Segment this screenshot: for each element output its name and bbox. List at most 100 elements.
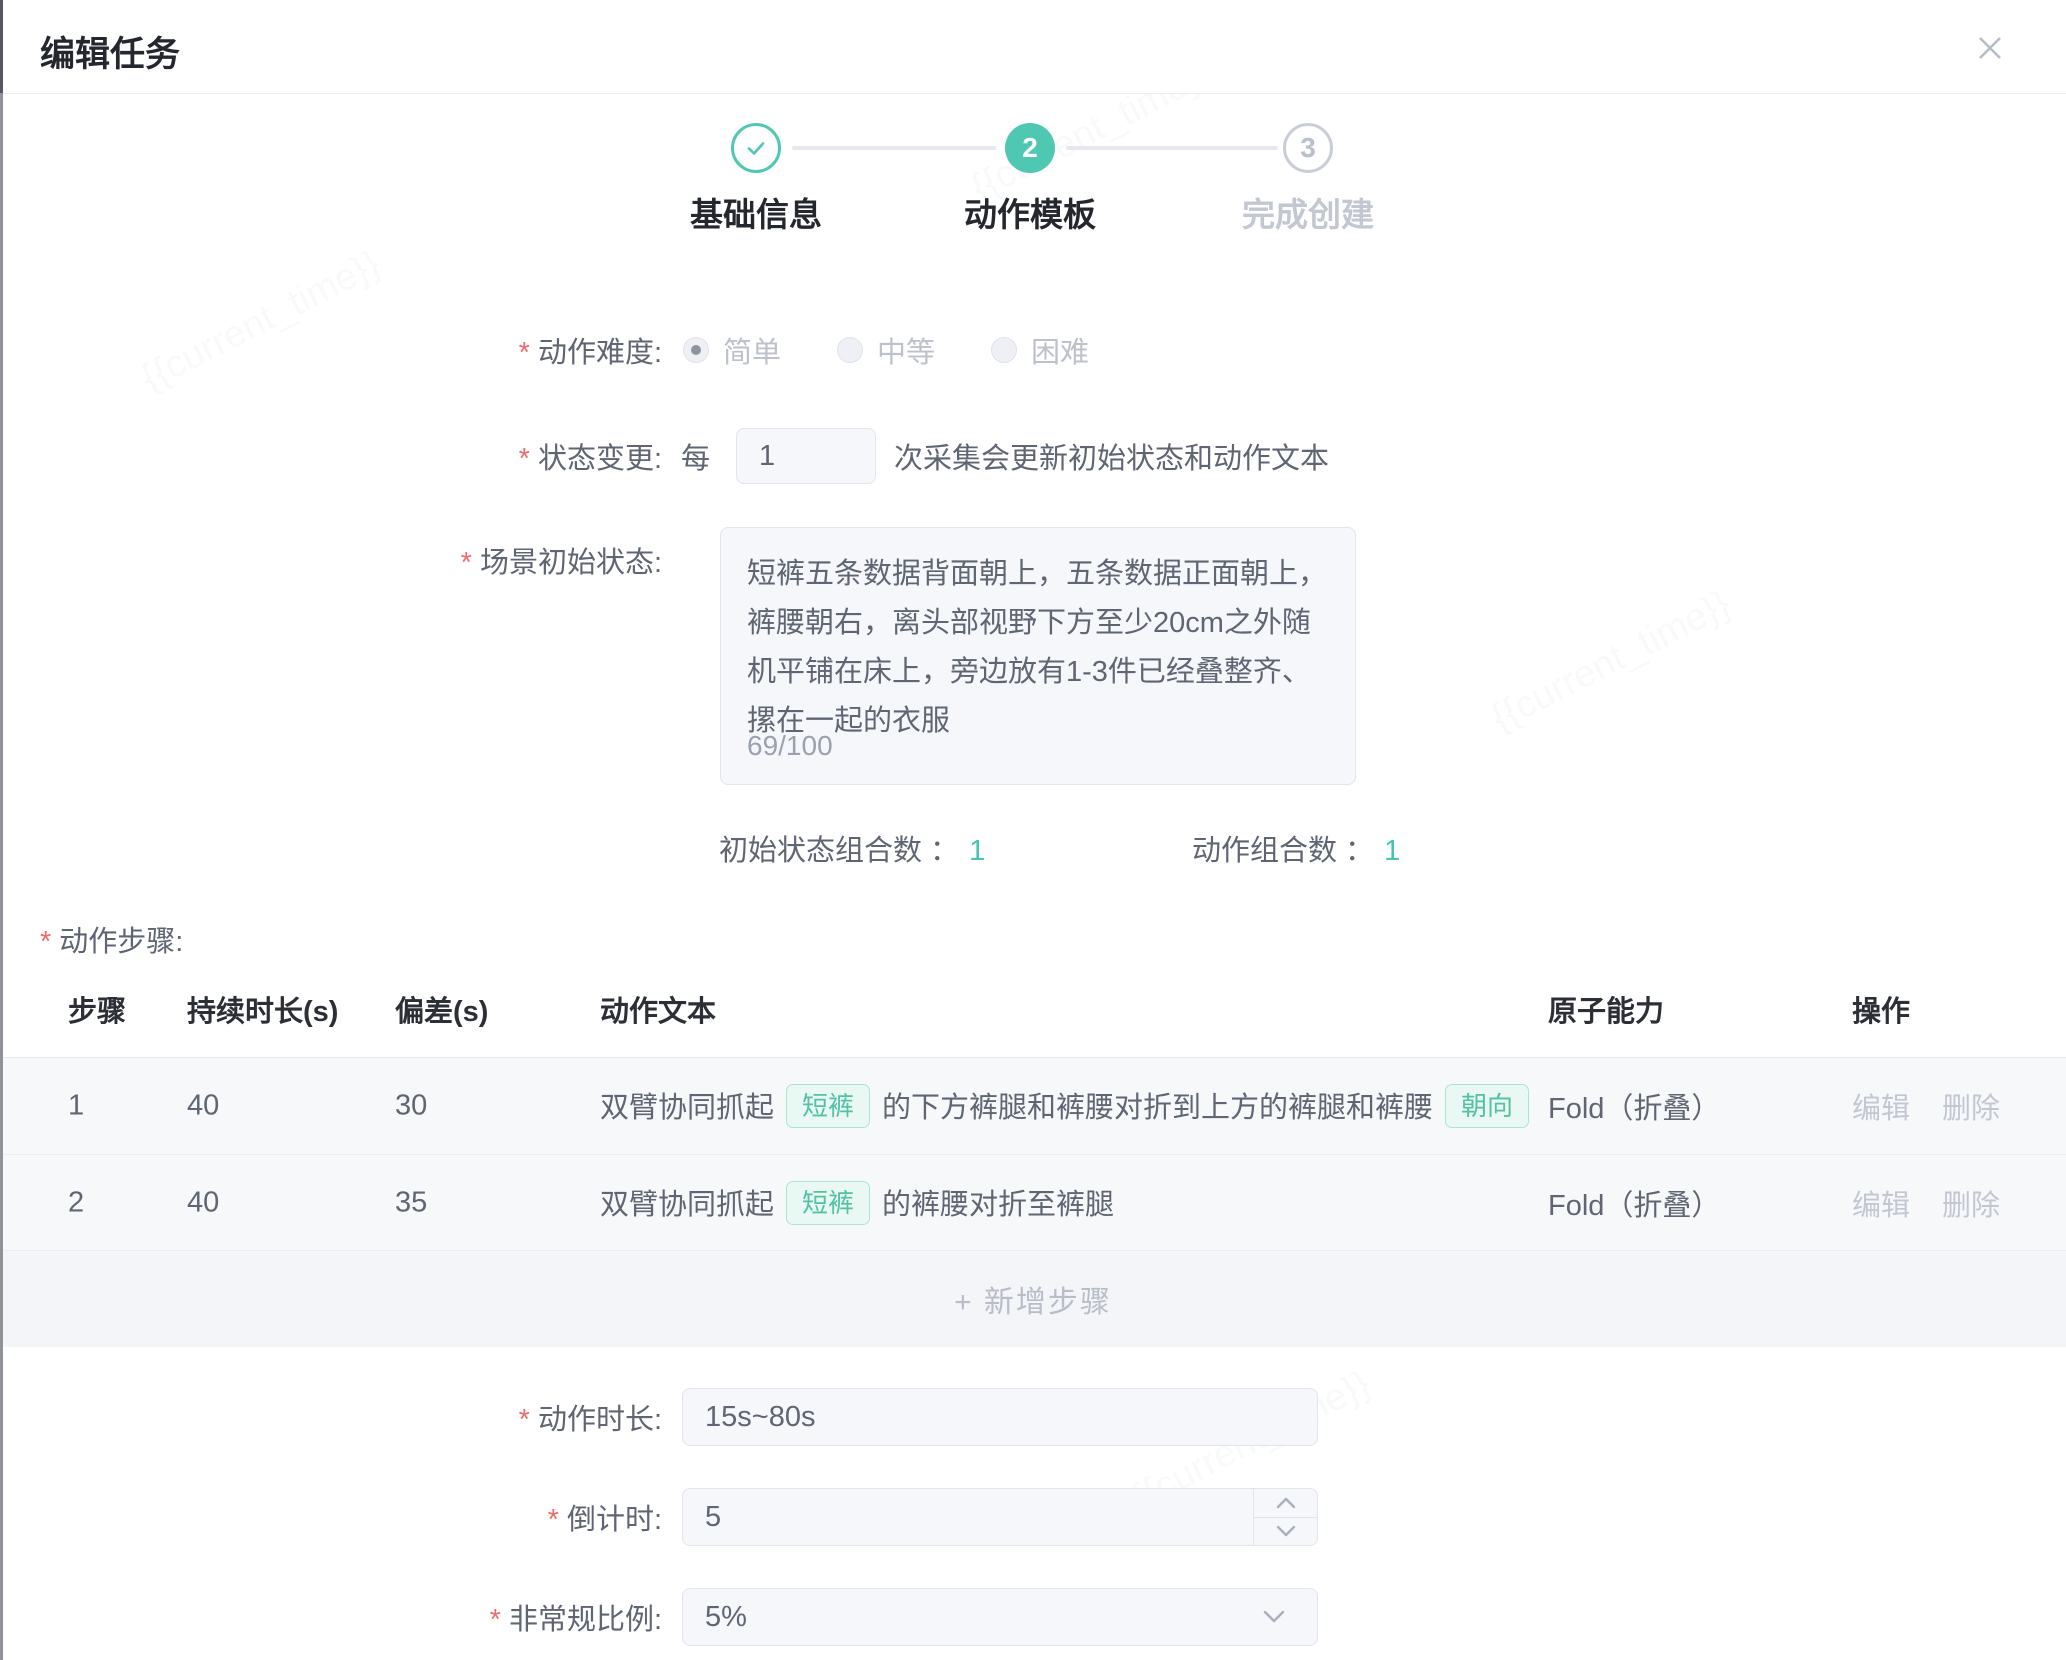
add-step-label: + 新增步骤 xyxy=(954,1277,1112,1321)
combo-counts-row: 初始状态组合数 ：1 动作组合数 ：1 xyxy=(0,824,2066,864)
step-2-label: 动作模板 xyxy=(920,188,1140,236)
check-icon xyxy=(743,135,769,161)
unusual-ratio-row: *非常规比例: 5% xyxy=(0,1588,2066,1646)
difficulty-row: *动作难度: 简单 中等 困难 xyxy=(0,326,2066,374)
cell-operations: 编辑 删除 xyxy=(1852,1085,2000,1127)
delete-link[interactable]: 删除 xyxy=(1942,1085,2000,1127)
step-3-circle: 3 xyxy=(1283,123,1333,173)
cell-step: 2 xyxy=(68,1186,84,1219)
close-button[interactable] xyxy=(1966,24,2014,72)
cell-deviation: 35 xyxy=(395,1186,427,1219)
col-operations: 操作 xyxy=(1852,988,1910,1030)
cell-step: 1 xyxy=(68,1090,84,1123)
unusual-ratio-select[interactable]: 5% xyxy=(682,1588,1318,1646)
edit-task-dialog: {{current_time}} {{current_time}} {{curr… xyxy=(0,0,2066,1660)
required-mark: * xyxy=(40,926,51,958)
difficulty-label: *动作难度: xyxy=(0,329,662,371)
col-deviation: 偏差(s) xyxy=(395,988,488,1030)
watermark: {{current_time}} xyxy=(135,243,388,400)
step-1-circle xyxy=(731,123,781,173)
stepper-connector xyxy=(1066,146,1278,150)
radio-option-medium[interactable]: 中等 xyxy=(837,329,935,371)
add-step-button[interactable]: + 新增步骤 xyxy=(0,1251,2066,1347)
state-change-input[interactable]: 1 xyxy=(736,428,876,484)
cell-duration: 40 xyxy=(187,1090,219,1123)
cell-duration: 40 xyxy=(187,1186,219,1219)
object-tag: 短裤 xyxy=(786,1181,870,1225)
duration-row: *动作时长: 15s~80s xyxy=(0,1388,2066,1446)
radio-option-easy[interactable]: 简单 xyxy=(683,329,781,371)
step-3-label: 完成创建 xyxy=(1198,188,1418,236)
countdown-label: *倒计时: xyxy=(0,1496,662,1538)
required-mark: * xyxy=(519,337,530,369)
action-text-fragment: 的裤腰对折至裤腿 xyxy=(882,1189,1114,1221)
action-text-fragment: 的下方裤腿和裤腰对折到上方的裤腿和裤腰 xyxy=(882,1092,1433,1124)
action-text-fragment: 双臂协同抓起 xyxy=(600,1092,774,1124)
required-mark: * xyxy=(461,547,472,579)
chevron-down-icon xyxy=(1275,1524,1297,1538)
radio-circle-icon xyxy=(991,337,1017,363)
table-row: 2 40 35 双臂协同抓起短裤的裤腰对折至裤腿 Fold（折叠） 编辑 删除 xyxy=(0,1155,2066,1250)
object-tag: 朝向 xyxy=(1445,1084,1529,1128)
duration-input[interactable]: 15s~80s xyxy=(682,1388,1318,1446)
table-row: 1 40 30 双臂协同抓起短裤的下方裤腿和裤腰对折到上方的裤腿和裤腰朝向 Fo… xyxy=(0,1058,2066,1154)
state-change-row: *状态变更: 每 1 次采集会更新初始状态和动作文本 xyxy=(0,428,2066,484)
number-stepper xyxy=(1253,1489,1317,1545)
edit-link[interactable]: 编辑 xyxy=(1852,1085,1910,1127)
state-change-label: *状态变更: xyxy=(0,435,662,477)
cell-deviation: 30 xyxy=(395,1090,427,1123)
state-change-value: 1 xyxy=(759,440,775,473)
initial-state-label: *场景初始状态: xyxy=(0,539,662,581)
increase-button[interactable] xyxy=(1254,1489,1317,1518)
action-combo-value: 1 xyxy=(1384,835,1400,867)
required-mark: * xyxy=(490,1604,501,1636)
decrease-button[interactable] xyxy=(1254,1518,1317,1546)
action-steps-section-label: *动作步骤: xyxy=(40,918,183,960)
countdown-value: 5 xyxy=(705,1501,721,1534)
countdown-row: *倒计时: 5 xyxy=(0,1488,2066,1546)
dialog-left-edge xyxy=(0,0,3,1660)
initial-state-textarea[interactable]: 短裤五条数据背面朝上，五条数据正面朝上，裤腰朝右，离头部视野下方至少20cm之外… xyxy=(720,527,1356,785)
action-text-fragment: 双臂协同抓起 xyxy=(600,1189,774,1221)
unusual-ratio-value: 5% xyxy=(705,1601,747,1634)
cell-ability: Fold（折叠） xyxy=(1548,1085,1720,1127)
initial-combo-value: 1 xyxy=(969,835,985,867)
required-mark: * xyxy=(519,1404,530,1436)
state-change-prefix: 每 xyxy=(681,435,710,477)
duration-label: *动作时长: xyxy=(0,1396,662,1438)
difficulty-radio-group: 简单 中等 困难 xyxy=(683,329,1145,371)
stepper-connector xyxy=(792,146,996,150)
step-number: 3 xyxy=(1300,132,1316,164)
duration-value: 15s~80s xyxy=(705,1401,815,1434)
step-number: 2 xyxy=(1022,132,1038,164)
dialog-header: 编辑任务 xyxy=(0,0,2066,94)
select-chevron-icon xyxy=(1261,1609,1287,1625)
step-1-label: 基础信息 xyxy=(646,188,866,236)
required-mark: * xyxy=(519,443,530,475)
state-change-suffix: 次采集会更新初始状态和动作文本 xyxy=(894,435,1329,477)
cell-ability: Fold（折叠） xyxy=(1548,1182,1720,1224)
object-tag: 短裤 xyxy=(786,1084,870,1128)
dialog-title: 编辑任务 xyxy=(40,26,180,77)
delete-link[interactable]: 删除 xyxy=(1942,1182,2000,1224)
col-ability: 原子能力 xyxy=(1548,988,1664,1030)
chevron-up-icon xyxy=(1275,1496,1297,1510)
cell-action-text: 双臂协同抓起短裤的下方裤腿和裤腰对折到上方的裤腿和裤腰朝向 xyxy=(600,1084,1541,1128)
cell-operations: 编辑 删除 xyxy=(1852,1182,2000,1224)
close-icon xyxy=(1972,30,2008,66)
unusual-ratio-label: *非常规比例: xyxy=(0,1596,662,1638)
char-counter: 69/100 xyxy=(747,721,833,770)
col-duration: 持续时长(s) xyxy=(187,988,338,1030)
countdown-input[interactable]: 5 xyxy=(682,1488,1318,1546)
edit-link[interactable]: 编辑 xyxy=(1852,1182,1910,1224)
cell-action-text: 双臂协同抓起短裤的裤腰对折至裤腿 xyxy=(600,1181,1114,1225)
step-2-circle: 2 xyxy=(1005,123,1055,173)
watermark: {{current_time}} xyxy=(1485,583,1738,740)
radio-circle-icon xyxy=(837,337,863,363)
col-action-text: 动作文本 xyxy=(600,988,716,1030)
radio-option-hard[interactable]: 困难 xyxy=(991,329,1089,371)
initial-state-text: 短裤五条数据背面朝上，五条数据正面朝上，裤腰朝右，离头部视野下方至少20cm之外… xyxy=(747,558,1327,737)
action-combo-count: 动作组合数 ：1 xyxy=(1192,827,1400,869)
radio-circle-icon xyxy=(683,337,709,363)
col-step: 步骤 xyxy=(68,988,126,1030)
